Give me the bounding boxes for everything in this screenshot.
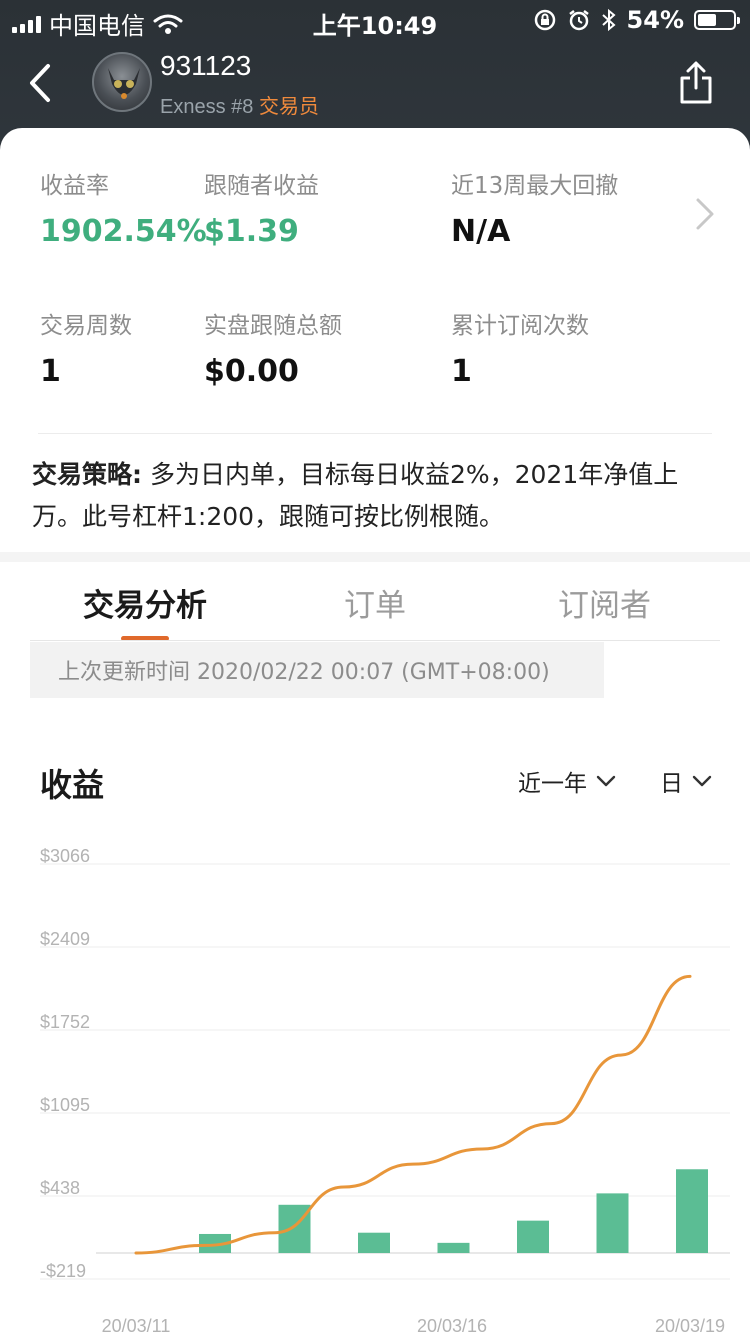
strategy-text: 交易策略: 多为日内单，目标每日收益2%，2021年净值上万。此号杠杆1:200… [32, 454, 722, 538]
status-bar: 中国电信 上午10:49 54% [0, 0, 750, 40]
chevron-right-icon[interactable] [690, 194, 718, 234]
profit-chart: $3066 $2409 $1752 $1095 $438 -$219 20/03/11 20/… [40, 846, 730, 1334]
tab-underline [30, 640, 720, 641]
return-value: 1902.54% [40, 214, 207, 249]
update-time: 上次更新时间 2020/02/22 00:07 (GMT+08:00) [58, 660, 550, 685]
follower-profit-value: $1.39 [204, 214, 299, 249]
back-button[interactable] [22, 58, 62, 108]
weeks-label: 交易周数 [40, 313, 132, 339]
tab-subscribers[interactable]: 订阅者 [558, 580, 651, 625]
y-tick-label: -$219 [40, 1261, 86, 1281]
trader-name: 931123 [160, 50, 252, 81]
y-tick-label: $438 [40, 1178, 80, 1198]
period-label: 近一年 [518, 771, 587, 797]
divider [38, 433, 712, 434]
return-label: 收益率 [40, 173, 109, 199]
strategy-label: 交易策略: [32, 460, 142, 489]
weeks-value: 1 [40, 354, 61, 389]
broker-label: Exness #8 [160, 96, 254, 118]
section-separator [0, 552, 750, 562]
profit-bar[interactable] [517, 1220, 549, 1253]
tab-analysis[interactable]: 交易分析 [83, 580, 207, 625]
chart-title: 收益 [40, 766, 105, 804]
y-tick-label: $1752 [40, 1012, 90, 1032]
profit-bar[interactable] [676, 1169, 708, 1253]
x-tick-label: 20/03/19 [655, 1316, 725, 1334]
status-right: 54% [533, 6, 740, 34]
x-tick-label: 20/03/11 [102, 1316, 171, 1334]
granularity-dropdown[interactable]: 日 [660, 764, 713, 798]
profit-bar[interactable] [358, 1232, 390, 1253]
y-tick-label: $1095 [40, 1095, 90, 1115]
battery-icon [694, 10, 740, 30]
drawdown-value: N/A [451, 214, 511, 249]
granularity-label: 日 [660, 771, 683, 797]
tab-orders[interactable]: 订单 [344, 580, 406, 625]
trader-subtitle: Exness #8 交易员 [160, 90, 319, 119]
subs-value: 1 [451, 354, 472, 389]
chevron-down-icon [596, 775, 616, 787]
share-button[interactable] [678, 60, 714, 106]
follower-profit-label: 跟随者收益 [204, 173, 319, 199]
alarm-icon [568, 10, 589, 31]
chevron-down-icon [692, 775, 712, 787]
battery-percent: 54% [626, 6, 684, 34]
drawdown-label: 近13周最大回撤 [451, 173, 619, 199]
follow-total-value: $0.00 [204, 354, 299, 389]
subs-label: 累计订阅次数 [451, 313, 589, 339]
cat-avatar-icon [108, 68, 140, 99]
rotation-lock-icon [534, 9, 555, 31]
y-tick-label: $3066 [40, 846, 90, 866]
nav-bar: 931123 Exness #8 交易员 [0, 40, 750, 130]
bluetooth-icon [601, 8, 616, 32]
period-dropdown[interactable]: 近一年 [518, 764, 617, 798]
role-label: 交易员 [258, 96, 319, 118]
update-banner: 上次更新时间 2020/02/22 00:07 (GMT+08:00) [30, 642, 604, 698]
avatar[interactable] [92, 52, 152, 112]
x-tick-label: 20/03/16 [417, 1316, 487, 1334]
profit-bar[interactable] [437, 1242, 470, 1253]
y-tick-label: $2409 [40, 929, 90, 949]
profit-bar[interactable] [596, 1193, 629, 1253]
follow-total-label: 实盘跟随总额 [204, 313, 342, 339]
tab-bar: 交易分析 订单 订阅者 [0, 562, 750, 642]
stats-card: 收益率 1902.54% 跟随者收益 $1.39 近13周最大回撤 N/A 交易… [0, 128, 750, 556]
